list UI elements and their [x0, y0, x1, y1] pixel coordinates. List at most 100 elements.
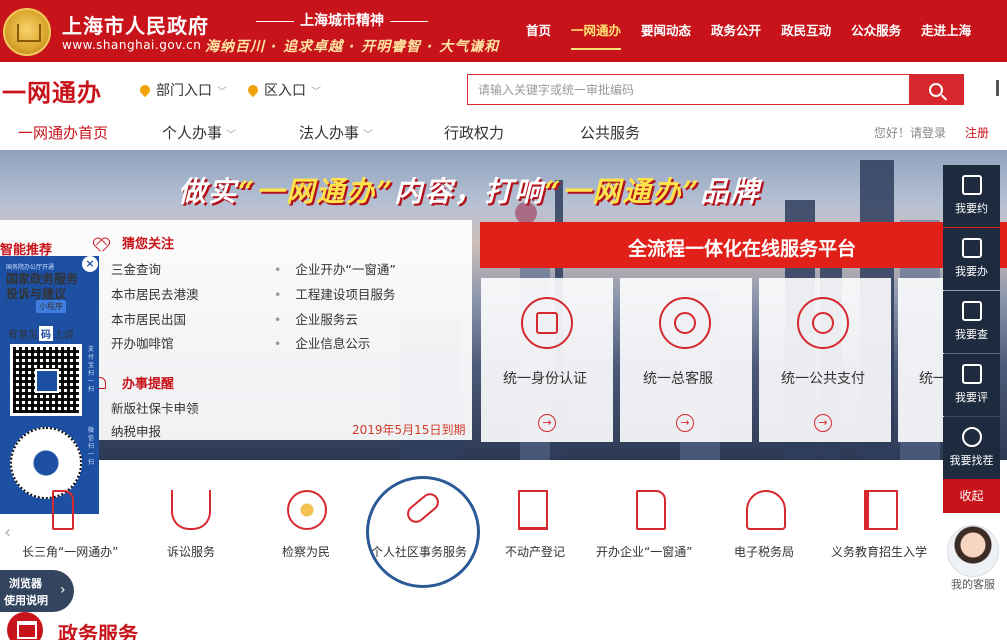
side-tool-find-fault[interactable]: 我要找茬 [943, 417, 1000, 479]
chevron-down-icon: ﹀ [226, 130, 237, 141]
location-pin-icon [245, 82, 261, 98]
customer-service-avatar[interactable] [947, 525, 999, 577]
slogan-part: 打响 [484, 175, 545, 208]
business-document-icon[interactable] [636, 490, 666, 530]
subnav-public-service[interactable]: 公共服务 [580, 122, 640, 143]
headset-icon [659, 297, 711, 349]
yangtze-delta-icon[interactable] [52, 490, 74, 530]
guess-link[interactable]: 企业开办“一窗通” [274, 259, 395, 278]
quick-service-label[interactable]: 长三角“一网通办” [22, 543, 118, 560]
side-tool-query[interactable]: 我要查 [943, 291, 1000, 353]
magnifier-icon [961, 427, 982, 447]
quick-service-label[interactable]: 电子税务局 [734, 543, 794, 560]
browser-guide-line: 浏览器 [9, 577, 42, 590]
due-date-text: 2019年5月15日到期 [352, 423, 466, 437]
qr-center-logo [35, 369, 59, 393]
carousel-prev-icon[interactable]: ‹ [4, 522, 11, 543]
sub-nav: 一网通办首页 个人办事 ﹀ 法人办事 ﹀ 行政权力 公共服务 [0, 118, 1007, 148]
calendar-check-icon [961, 175, 982, 195]
district-entry-dropdown[interactable]: 区入口 ﹀ [245, 80, 321, 100]
procuratorate-emblem-icon[interactable] [287, 490, 327, 530]
dept-entry-label: 部门入口 [156, 83, 212, 99]
arrow-right-icon[interactable]: → [676, 414, 694, 432]
nav-interaction[interactable]: 政民互动 [771, 0, 841, 62]
city-spirit-text: 上海城市精神 [300, 13, 384, 29]
subnav-legal-person-label: 法人办事 [299, 124, 360, 142]
banner-slogan: 做实“一网通办”内容，打响“一网通办”品牌 [178, 170, 761, 210]
qr-slogan-badge: 码 [39, 326, 53, 341]
quick-service-label[interactable]: 义务教育招生入学 [831, 543, 927, 560]
guess-link[interactable]: 本市居民出国 [111, 309, 186, 328]
side-tool-handle[interactable]: 我要办 [943, 228, 1000, 290]
guess-attention-label: 猜您关注 [122, 237, 175, 252]
slogan-highlight: “一网通办” [544, 175, 701, 208]
subnav-legal-person[interactable]: 法人办事 ﹀ [299, 122, 373, 143]
real-estate-building-icon[interactable] [518, 490, 548, 530]
slogan-part: 做实 [178, 175, 239, 208]
city-emblem-icon[interactable] [3, 8, 51, 56]
arrow-right-icon[interactable]: → [538, 414, 556, 432]
reminder-link[interactable]: 纳税申报 [111, 421, 161, 440]
qr-side-text: 微信扫一扫 [88, 427, 95, 466]
id-card-glyph [536, 312, 558, 334]
side-tools-collapse-button[interactable]: 收起 [943, 479, 1000, 513]
mini-program-tag: 小程序 [36, 300, 66, 313]
slogan-part: 品牌 [700, 175, 761, 208]
reminder-link[interactable]: 新版社保卡申领 [111, 398, 199, 417]
gov-services-heading: 政务服务 [58, 622, 138, 640]
quick-service-label[interactable]: 不动产登记 [505, 543, 565, 560]
side-tool-label: 我要约 [955, 202, 988, 215]
guess-link[interactable]: 企业信息公示 [274, 333, 370, 352]
search-icon [929, 82, 943, 97]
quick-service-label[interactable]: 诉讼服务 [167, 543, 215, 560]
subnav-home[interactable]: 一网通办首页 [18, 122, 108, 143]
nav-home[interactable]: 首页 [516, 0, 561, 62]
tax-bureau-icon[interactable] [746, 490, 786, 530]
browser-guide-line: 使用说明 [4, 594, 48, 607]
side-tool-evaluate[interactable]: 我要评 [943, 354, 1000, 416]
nav-gov-open[interactable]: 政务公开 [701, 0, 771, 62]
guess-link[interactable]: 本市居民去港澳 [111, 284, 199, 303]
browser-guide-button[interactable]: 浏览器 使用说明 › [0, 570, 74, 612]
yiwangtongban-logo[interactable]: 一网通办 [2, 73, 102, 108]
guess-link[interactable]: 工程建设项目服务 [274, 284, 395, 303]
subnav-personal[interactable]: 个人办事 ﹀ [162, 122, 236, 143]
service-card-label: 统一公共支付 [781, 371, 865, 387]
site-title[interactable]: 上海市人民政府 [62, 10, 209, 39]
location-pin-icon [137, 82, 153, 98]
arrow-right-icon[interactable]: → [814, 414, 832, 432]
wechat-mini-program-code [10, 427, 82, 499]
subnav-admin-power[interactable]: 行政权力 [444, 122, 504, 143]
login-link[interactable]: 您好！请登录 [874, 124, 946, 141]
service-card-partial[interactable] [898, 278, 944, 442]
search-input[interactable] [468, 75, 909, 104]
side-tool-label: 我要评 [955, 391, 988, 404]
search-box [467, 74, 964, 105]
search-button[interactable] [909, 75, 963, 104]
close-icon[interactable]: × [82, 256, 98, 272]
slogan-part: 内容， [394, 175, 485, 208]
nav-yiwangtongban[interactable]: 一网通办 [561, 0, 631, 62]
quick-service-label[interactable]: 开办企业“一窗通” [596, 543, 692, 560]
truncated-edge-icon[interactable] [996, 80, 1007, 96]
customer-service-label[interactable]: 我的客服 [951, 576, 995, 592]
guess-link[interactable]: 开办咖啡馆 [111, 333, 174, 352]
quick-service-label[interactable]: 检察为民 [282, 543, 330, 560]
dept-entry-dropdown[interactable]: 部门入口 ﹀ [137, 80, 227, 100]
gov-header: 上海市人民政府 www.shanghai.gov.cn 上海城市精神 海纳百川 … [0, 0, 1007, 62]
open-book-icon[interactable] [864, 490, 898, 530]
service-reminder-label: 办事提醒 [122, 377, 175, 392]
service-card-label: 统一总客服 [643, 371, 713, 387]
register-link[interactable]: 注册 [965, 124, 989, 141]
guess-link[interactable]: 企业服务云 [274, 309, 358, 328]
chevron-down-icon: ﹀ [363, 130, 374, 141]
nav-about-shanghai[interactable]: 走进上海 [911, 0, 981, 62]
side-tool-appointment[interactable]: 我要约 [943, 165, 1000, 227]
nav-news[interactable]: 要闻动态 [631, 0, 701, 62]
scale-justice-icon[interactable] [171, 490, 211, 530]
chevron-down-icon: ﹀ [311, 86, 321, 98]
id-card-icon [521, 297, 573, 349]
guess-link[interactable]: 三金查询 [111, 259, 161, 278]
nav-public-service[interactable]: 公众服务 [841, 0, 911, 62]
alipay-qr-code [10, 344, 82, 416]
